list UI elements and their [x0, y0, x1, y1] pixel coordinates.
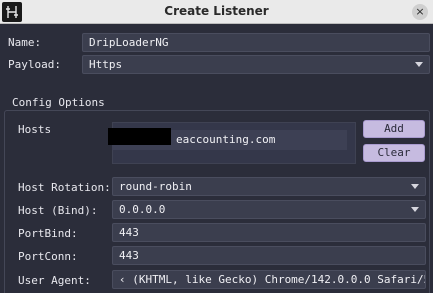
port-bind-input[interactable]: 443 [112, 223, 426, 242]
payload-value: Https [89, 58, 123, 71]
title-bar: Create Listener × [0, 0, 433, 24]
chevron-down-icon [411, 184, 419, 189]
add-button[interactable]: Add [363, 120, 425, 138]
name-input[interactable]: DripLoaderNG [82, 33, 430, 52]
host-rotation-label: Host Rotation: [18, 181, 111, 194]
payload-select[interactable]: Https [82, 55, 430, 74]
redaction-box [108, 128, 171, 145]
host-bind-select[interactable]: 0.0.0.0 [112, 200, 426, 219]
host-rotation-select[interactable]: round-robin [112, 177, 426, 196]
host-rotation-value: round-robin [119, 180, 192, 193]
user-agent-label: User Agent: [18, 274, 91, 287]
payload-label: Payload: [8, 58, 61, 71]
chevron-down-icon [411, 207, 419, 212]
port-conn-label: PortConn: [18, 250, 78, 263]
user-agent-input[interactable]: ‹ (KHTML, like Gecko) Chrome/142.0.0.0 S… [112, 270, 426, 289]
port-conn-input[interactable]: 443 [112, 246, 426, 265]
chevron-down-icon [415, 62, 423, 67]
host-bind-label: Host (Bind): [18, 204, 98, 217]
close-icon[interactable]: × [412, 4, 428, 20]
clear-button[interactable]: Clear [363, 144, 425, 162]
name-label: Name: [8, 36, 42, 49]
window-title: Create Listener [164, 4, 269, 18]
host-bind-value: 0.0.0.0 [119, 203, 166, 216]
hosts-label: Hosts [18, 123, 52, 136]
config-options-title: Config Options [10, 96, 107, 109]
port-bind-label: PortBind: [18, 227, 78, 240]
